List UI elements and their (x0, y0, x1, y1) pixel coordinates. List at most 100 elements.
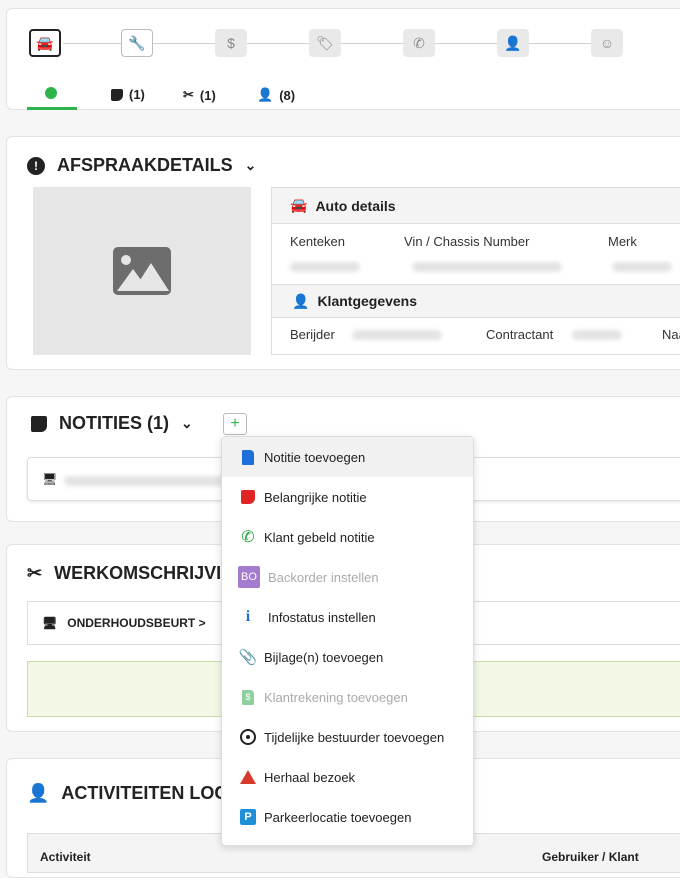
kenteken-label: Kenteken (290, 234, 345, 249)
chevron-down-icon: ⌄ (244, 157, 257, 173)
invoice-icon: $ (240, 689, 256, 705)
add-note-menu: Notitie toevoegen Belangrijke notitie ✆ … (221, 436, 474, 846)
menu-item-notitie-toevoegen[interactable]: Notitie toevoegen (222, 437, 473, 477)
note-icon (111, 88, 123, 101)
werk-header[interactable]: ✂ WERKOMSCHRIJVI (27, 563, 221, 584)
menu-item-backorder[interactable]: BO Backorder instellen (222, 557, 473, 597)
notities-title: NOTITIES (1) (59, 413, 170, 433)
monitor-icon: 🖥 (42, 472, 58, 486)
col-activiteit[interactable]: Activiteit (40, 850, 91, 864)
tab-work[interactable]: ✂ (1) (183, 87, 216, 103)
menu-item-label: Parkeerlocatie toevoegen (264, 809, 412, 825)
klant-title: Klantgegevens (317, 293, 418, 309)
user-gear-icon: 👤 (27, 783, 50, 803)
merk-value (612, 262, 672, 272)
notities-header[interactable]: NOTITIES (1) ⌄ (31, 413, 193, 434)
menu-item-label: Belangrijke notitie (264, 489, 367, 505)
step-dollar[interactable]: $ (215, 29, 247, 57)
note-preview (64, 476, 234, 486)
afspraak-header[interactable]: ! AFSPRAAKDETAILS ⌄ (27, 155, 256, 176)
log-header[interactable]: 👤 ACTIVITEITEN LOG (27, 783, 228, 804)
active-tab-underline (27, 107, 77, 110)
log-title: ACTIVITEITEN LOG (61, 783, 229, 803)
menu-item-klant-gebeld[interactable]: ✆ Klant gebeld notitie (222, 517, 473, 557)
phone-icon: ✆ (413, 34, 425, 51)
col-gebruiker[interactable]: Gebruiker / Klant (542, 850, 639, 864)
tag-icon: 🏷 (316, 34, 334, 51)
tools-icon: ✂ (27, 563, 43, 583)
naam-label: Naa (662, 327, 680, 342)
car-icon: 🚘 (36, 34, 54, 51)
chevron-down-icon: ⌄ (181, 415, 193, 431)
contractant-value (572, 330, 622, 340)
dollar-icon: $ (227, 35, 235, 51)
image-icon (113, 247, 171, 295)
user-gear-icon: 👤 (257, 87, 274, 102)
alert-circle-icon (45, 87, 57, 99)
auto-details-title: Auto details (315, 197, 396, 214)
user-icon: 👤 (292, 292, 310, 309)
tab-work-count: (1) (199, 87, 216, 103)
menu-item-label: Notitie toevoegen (264, 449, 366, 465)
menu-item-label: Bijlage(n) toevoegen (264, 649, 384, 665)
menu-item-herhaal-bezoek[interactable]: Herhaal bezoek (222, 757, 473, 797)
tab-log-count: (8) (279, 87, 296, 103)
steering-wheel-icon (240, 729, 256, 745)
tab-notes[interactable]: (1) (111, 87, 145, 102)
tools-icon: ✂ (183, 87, 194, 102)
paperclip-icon: 📎 (238, 649, 258, 666)
warning-icon (240, 769, 256, 785)
berijder-value (352, 330, 442, 340)
menu-item-klantrekening[interactable]: $ Klantrekening toevoegen (222, 677, 473, 717)
menu-item-label: Klant gebeld notitie (264, 529, 375, 545)
step-user-check[interactable]: 👤 (497, 29, 529, 57)
tab-log[interactable]: 👤 (8) (257, 87, 295, 103)
werk-item-label: ONDERHOUDSBEURT > (67, 616, 206, 630)
step-tag[interactable]: 🏷 (309, 29, 341, 57)
klant-row: Berijder Contractant Naa (272, 318, 680, 352)
step-car[interactable]: 🚘 (29, 29, 61, 57)
tab-notes-count: (1) (129, 87, 145, 102)
file-icon (240, 449, 256, 465)
auto-details-header: 🚘 Auto details (272, 188, 680, 224)
merk-label: Merk (608, 234, 637, 249)
parking-icon: P (240, 809, 256, 825)
klant-header: 👤 Klantgegevens (272, 284, 680, 318)
menu-item-label: Klantrekening toevoegen (264, 689, 408, 705)
vin-label: Vin / Chassis Number (404, 234, 530, 249)
vin-value (412, 262, 562, 272)
berijder-label: Berijder (290, 327, 335, 342)
wrench-icon: 🔧 (128, 34, 146, 51)
auto-details-panel: 🚘 Auto details Kenteken Vin / Chassis Nu… (271, 187, 680, 355)
menu-item-label: Backorder instellen (268, 569, 379, 585)
step-phone[interactable]: ✆ (403, 29, 435, 57)
car-icon: 🚘 (290, 197, 308, 213)
bo-icon: BO (238, 566, 260, 588)
monitor-icon: 🖥 (42, 616, 58, 630)
menu-item-parkeerlocatie[interactable]: P Parkeerlocatie toevoegen (222, 797, 473, 837)
menu-item-label: Herhaal bezoek (264, 769, 356, 785)
face-icon: ☺ (599, 35, 615, 51)
kenteken-value (290, 262, 360, 272)
menu-item-bijlage[interactable]: 📎 Bijlage(n) toevoegen (222, 637, 473, 677)
afspraak-card: ! AFSPRAAKDETAILS ⌄ 🚘 Auto details Kente… (6, 136, 680, 370)
afspraak-title: AFSPRAAKDETAILS (57, 155, 233, 175)
auto-details-labels: Kenteken Vin / Chassis Number Merk (272, 224, 680, 284)
werk-title: WERKOMSCHRIJVI (54, 563, 222, 583)
menu-item-tijdelijke-bestuurder[interactable]: Tijdelijke bestuurder toevoegen (222, 717, 473, 757)
step-face[interactable]: ☺ (591, 29, 623, 57)
contractant-label: Contractant (486, 327, 554, 342)
exclamation-icon: ! (27, 156, 45, 175)
tab-info[interactable] (45, 87, 57, 99)
note-icon (31, 415, 47, 432)
user-check-icon: 👤 (504, 34, 522, 51)
menu-item-infostatus[interactable]: i Infostatus instellen (222, 597, 473, 637)
info-icon: i (245, 608, 251, 625)
menu-item-belangrijke-notitie[interactable]: Belangrijke notitie (222, 477, 473, 517)
image-placeholder (33, 187, 251, 355)
progress-card: 🚘 🔧 $ 🏷 ✆ 👤 ☺ (1) ✂ (1) 👤 (8) (6, 8, 680, 110)
menu-item-label: Infostatus instellen (268, 609, 376, 625)
note-red-icon (240, 489, 256, 505)
add-note-button[interactable]: + (223, 413, 247, 435)
step-wrench[interactable]: 🔧 (121, 29, 153, 57)
